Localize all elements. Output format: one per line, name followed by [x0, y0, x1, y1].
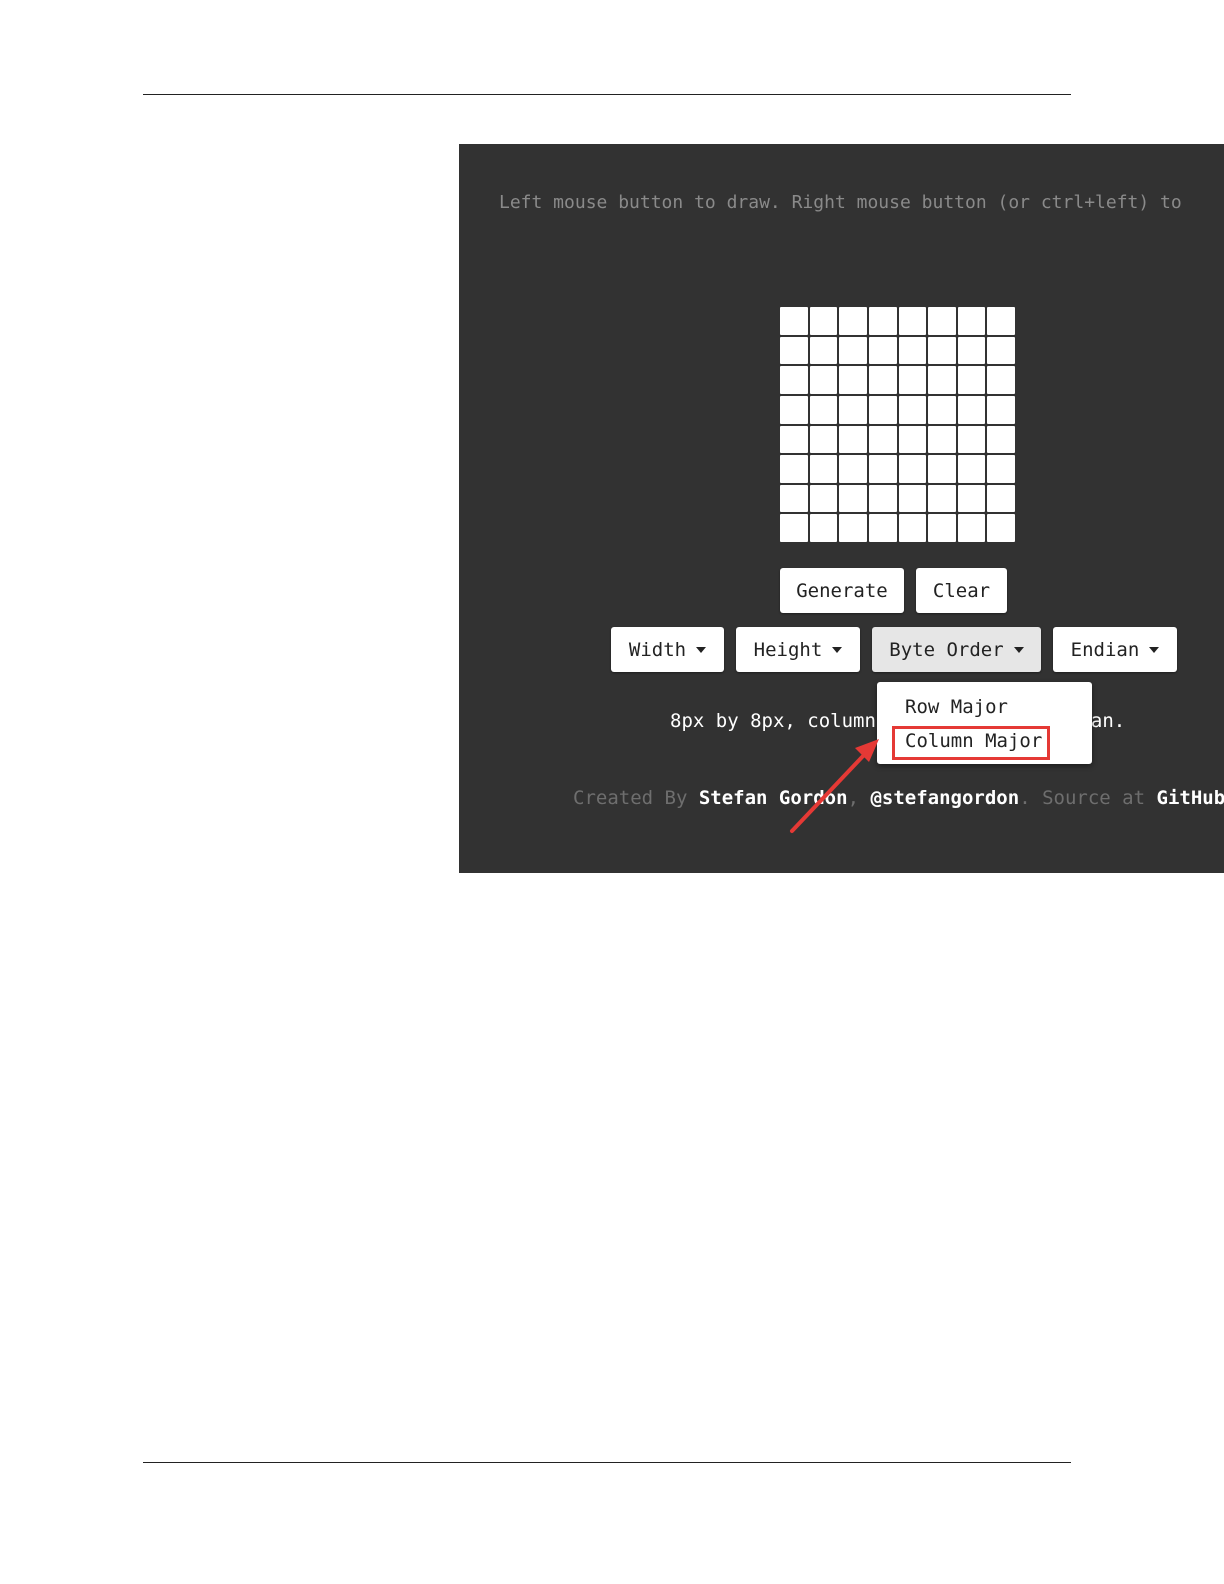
settings-summary-right: an. — [1090, 710, 1126, 732]
width-label: Width — [628, 638, 687, 661]
pixel-cell[interactable] — [780, 484, 808, 513]
pixel-cell[interactable] — [928, 455, 956, 483]
pixel-cell[interactable] — [987, 484, 1015, 513]
credits-created-by: Created By — [573, 787, 688, 809]
pixel-cell[interactable] — [839, 366, 867, 394]
pixel-cell[interactable] — [868, 484, 897, 513]
pixel-grid[interactable] — [780, 307, 1015, 542]
pixel-cell[interactable] — [898, 395, 927, 424]
pixel-cell[interactable] — [780, 395, 808, 424]
pixel-cell[interactable] — [957, 395, 986, 424]
generate-button[interactable]: Generate — [780, 568, 904, 613]
pixel-cell[interactable] — [898, 484, 927, 513]
pixel-cell[interactable] — [809, 455, 838, 483]
pixel-cell[interactable] — [957, 336, 986, 365]
menu-item-row-major[interactable]: Row Major — [905, 696, 1008, 718]
pixel-cell[interactable] — [957, 484, 986, 513]
page-footer-rule — [143, 1462, 1071, 1463]
pixel-cell[interactable] — [957, 514, 986, 542]
pixel-cell[interactable] — [809, 366, 838, 394]
pixel-cell[interactable] — [928, 366, 956, 394]
clear-button[interactable]: Clear — [916, 568, 1007, 613]
pixel-cell[interactable] — [780, 425, 808, 454]
pixel-cell[interactable] — [898, 455, 927, 483]
pixel-cell[interactable] — [839, 336, 867, 365]
pixel-cell[interactable] — [809, 307, 838, 335]
pixel-cell[interactable] — [809, 425, 838, 454]
credits-source-at: Source at — [1042, 787, 1146, 809]
pixel-cell[interactable] — [839, 307, 867, 335]
endian-label: Endian — [1070, 638, 1140, 661]
width-dropdown[interactable]: Width — [611, 627, 724, 672]
pixel-cell[interactable] — [780, 514, 808, 542]
pixel-cell[interactable] — [987, 307, 1015, 335]
pixel-cell[interactable] — [987, 514, 1015, 542]
caret-down-icon — [1149, 646, 1160, 653]
byte-order-menu: Row Major Column Major — [877, 682, 1092, 764]
credits-separator: . — [1019, 787, 1031, 809]
clear-label: Clear — [932, 579, 991, 602]
pixel-cell[interactable] — [839, 395, 867, 424]
github-link[interactable]: GitHub — [1157, 787, 1224, 809]
pixel-cell[interactable] — [839, 425, 867, 454]
byte-order-dropdown[interactable]: Byte Order — [872, 627, 1041, 672]
pixel-cell[interactable] — [898, 514, 927, 542]
pixel-cell[interactable] — [839, 455, 867, 483]
pixel-cell[interactable] — [898, 336, 927, 365]
pixel-cell[interactable] — [928, 425, 956, 454]
credits-line: Created By Stefan Gordon, @stefangordon.… — [573, 787, 1224, 809]
pixel-cell[interactable] — [987, 425, 1015, 454]
byte-order-label: Byte Order — [889, 638, 1004, 661]
pixel-cell[interactable] — [928, 307, 956, 335]
height-label: Height — [753, 638, 823, 661]
caret-down-icon — [1013, 646, 1024, 653]
pixel-cell[interactable] — [780, 307, 808, 335]
pixel-cell[interactable] — [868, 514, 897, 542]
pixel-cell[interactable] — [780, 336, 808, 365]
highlight-annotation-box — [892, 726, 1050, 760]
pixel-cell[interactable] — [839, 514, 867, 542]
generate-label: Generate — [796, 579, 888, 602]
pixel-cell[interactable] — [957, 366, 986, 394]
endian-dropdown[interactable]: Endian — [1053, 627, 1177, 672]
pixel-cell[interactable] — [780, 366, 808, 394]
pixel-cell[interactable] — [928, 484, 956, 513]
pixel-cell[interactable] — [868, 425, 897, 454]
pixel-cell[interactable] — [868, 395, 897, 424]
pixel-cell[interactable] — [987, 366, 1015, 394]
pixel-cell[interactable] — [987, 395, 1015, 424]
pixel-cell[interactable] — [898, 366, 927, 394]
twitter-handle-link[interactable]: @stefangordon — [870, 787, 1019, 809]
pixel-cell[interactable] — [987, 336, 1015, 365]
pixel-cell[interactable] — [898, 307, 927, 335]
pixel-cell[interactable] — [780, 455, 808, 483]
pixel-cell[interactable] — [809, 514, 838, 542]
author-link[interactable]: Stefan Gordon — [699, 787, 848, 809]
pixel-cell[interactable] — [957, 425, 986, 454]
pixel-cell[interactable] — [987, 455, 1015, 483]
height-dropdown[interactable]: Height — [736, 627, 860, 672]
pixel-cell[interactable] — [868, 455, 897, 483]
caret-down-icon — [832, 646, 843, 653]
pixel-cell[interactable] — [928, 395, 956, 424]
pixel-cell[interactable] — [839, 484, 867, 513]
pixel-cell[interactable] — [809, 484, 838, 513]
pixel-cell[interactable] — [957, 307, 986, 335]
pixel-cell[interactable] — [809, 395, 838, 424]
pixel-cell[interactable] — [868, 366, 897, 394]
credits-separator: , — [847, 787, 860, 809]
page-header-rule — [143, 94, 1071, 95]
pixel-cell[interactable] — [957, 455, 986, 483]
app-screenshot: Left mouse button to draw. Right mouse b… — [459, 144, 1224, 873]
instructions-text: Left mouse button to draw. Right mouse b… — [499, 192, 1182, 213]
pixel-cell[interactable] — [928, 514, 956, 542]
caret-down-icon — [696, 646, 707, 653]
pixel-cell[interactable] — [898, 425, 927, 454]
pixel-cell[interactable] — [868, 307, 897, 335]
settings-summary-left: 8px by 8px, column — [670, 710, 876, 732]
pixel-cell[interactable] — [868, 336, 897, 365]
pixel-cell[interactable] — [928, 336, 956, 365]
pixel-cell[interactable] — [809, 336, 838, 365]
